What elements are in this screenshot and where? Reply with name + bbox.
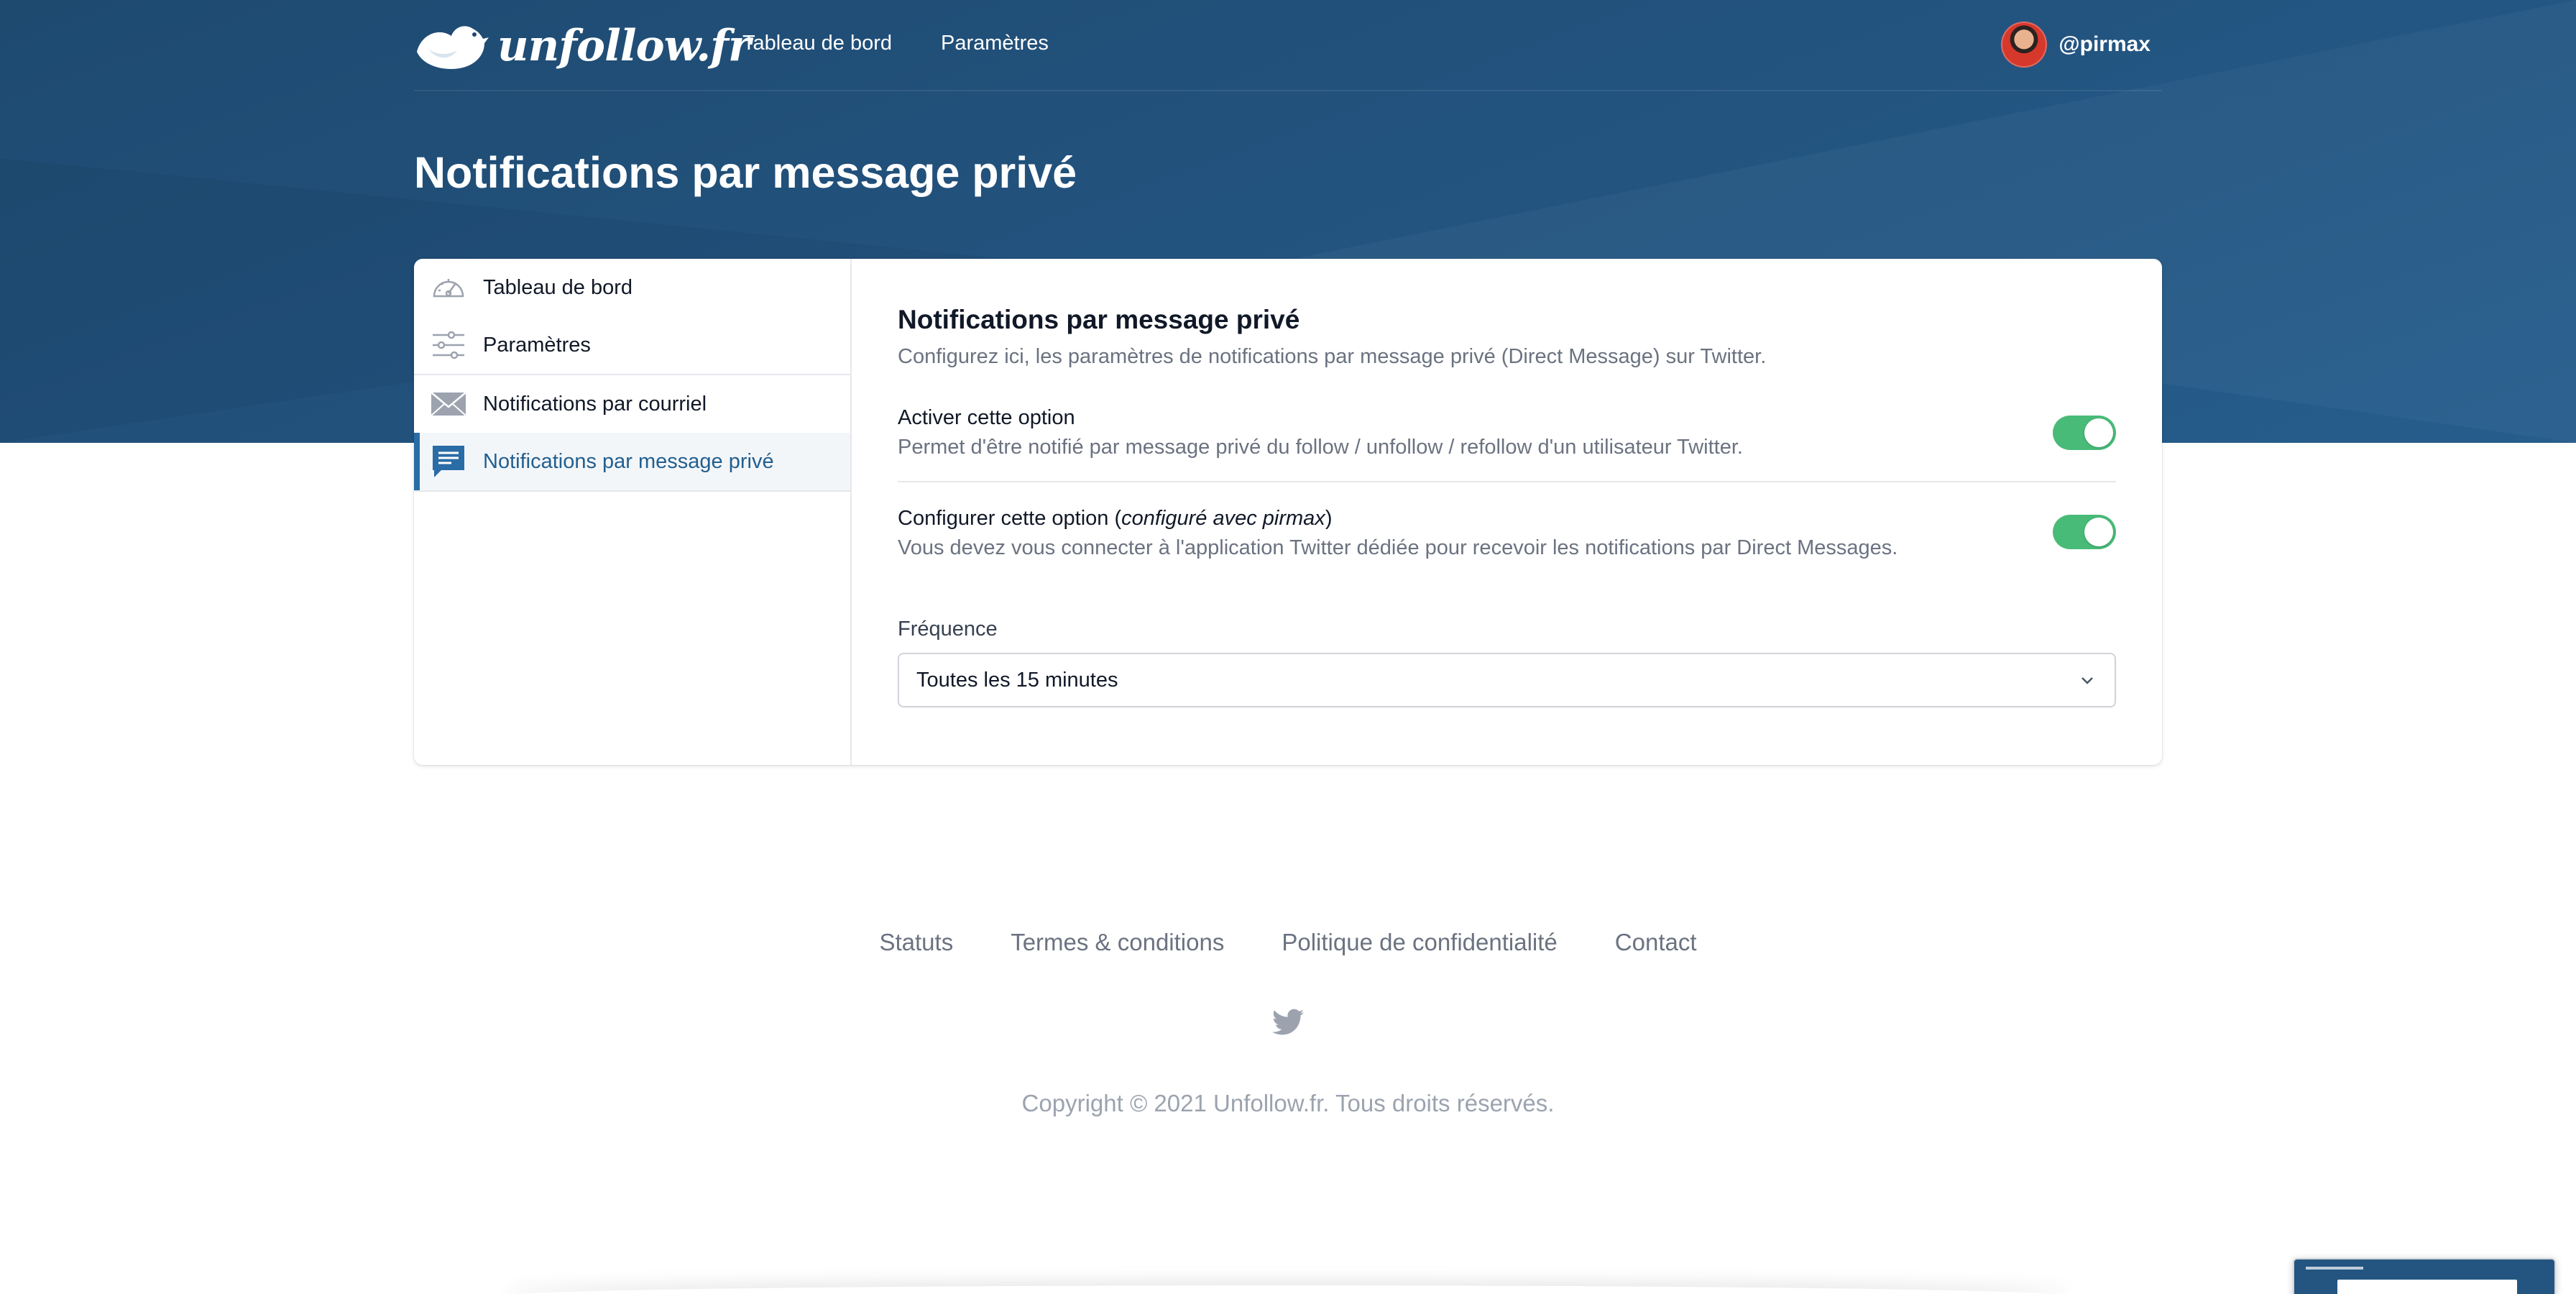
settings-card: Tableau de bord Paramètres Notifications… [414,259,2162,765]
sidebar-item-dm-notifications[interactable]: Notifications par message privé [414,433,850,490]
sidebar-item-email-notifications[interactable]: Notifications par courriel [414,375,850,433]
screenshot-thumbnail[interactable] [2293,1258,2556,1294]
sliders-icon [433,331,464,359]
user-menu[interactable]: @pirmax [2001,22,2150,68]
chat-message-icon [433,446,464,477]
option-title: Activer cette option [898,406,1075,429]
option-enable: Activer cette option Permet d'être notif… [898,385,2116,482]
configure-toggle[interactable] [2053,515,2116,549]
bottom-shadow [503,1285,2070,1294]
username: @pirmax [2058,32,2150,56]
nav-link-settings[interactable]: Paramètres [941,32,1049,55]
footer-link-privacy[interactable]: Politique de confidentialité [1282,929,1557,956]
option-title-emphasis: configuré avec pirmax [1121,507,1325,530]
enable-toggle[interactable] [2053,416,2116,450]
toggle-knob [2084,518,2113,546]
logo-text: unfollow.fr [497,21,751,71]
sidebar-item-settings[interactable]: Paramètres [414,316,850,374]
nav-link-dashboard[interactable]: Tableau de bord [742,32,892,55]
bird-logo-icon [417,26,489,69]
sidebar-item-label: Tableau de bord [483,275,632,299]
section-title: Notifications par message privé [898,305,1300,334]
footer-link-contact[interactable]: Contact [1615,929,1697,956]
sidebar-item-label: Notifications par message privé [483,449,774,473]
envelope-icon [431,392,466,416]
chevron-down-icon [2082,677,2093,684]
dashboard-gauge-icon [433,279,464,298]
footer-link-status[interactable]: Statuts [879,929,953,956]
frequency-selected-value: Toutes les 15 minutes [916,668,1118,692]
option-description: Permet d'être notifié par message privé … [898,436,1743,459]
thumbnail-card [2337,1280,2517,1294]
page-title: Notifications par message privé [414,148,1077,197]
settings-panel: Notifications par message privé Configur… [852,259,2162,765]
option-configure: Configurer cette option (configuré avec … [898,482,2116,582]
footer-link-terms[interactable]: Termes & conditions [1011,929,1224,956]
footer-links: Statuts Termes & conditions Politique de… [0,929,2576,956]
sidebar-group-notifications: Notifications par courriel Notifications… [414,375,850,492]
sidebar: Tableau de bord Paramètres Notifications… [414,259,852,765]
section-description: Configurez ici, les paramètres de notifi… [898,345,1767,368]
copyright-text: Copyright © 2021 Unfollow.fr. Tous droit… [1021,1090,1555,1116]
option-title-prefix: Configurer cette option ( [898,507,1122,530]
sidebar-item-dashboard[interactable]: Tableau de bord [414,259,850,316]
twitter-icon[interactable] [1272,1008,1304,1037]
option-title: Configurer cette option (configuré avec … [898,507,2116,531]
frequency-select[interactable]: Toutes les 15 minutes [898,653,2116,707]
sidebar-item-label: Paramètres [483,333,591,357]
logo-link[interactable]: unfollow.fr [414,20,751,72]
avatar [2001,22,2048,68]
frequency-label: Fréquence [898,618,998,641]
option-description: Vous devez vous connecter à l'applicatio… [898,536,1898,559]
toggle-knob [2084,418,2113,447]
option-title-suffix: ) [1325,507,1333,530]
sidebar-group-general: Tableau de bord Paramètres [414,259,850,375]
thumbnail-title-line [2306,1267,2363,1270]
navbar-divider [414,90,2162,91]
sidebar-item-label: Notifications par courriel [483,392,707,416]
